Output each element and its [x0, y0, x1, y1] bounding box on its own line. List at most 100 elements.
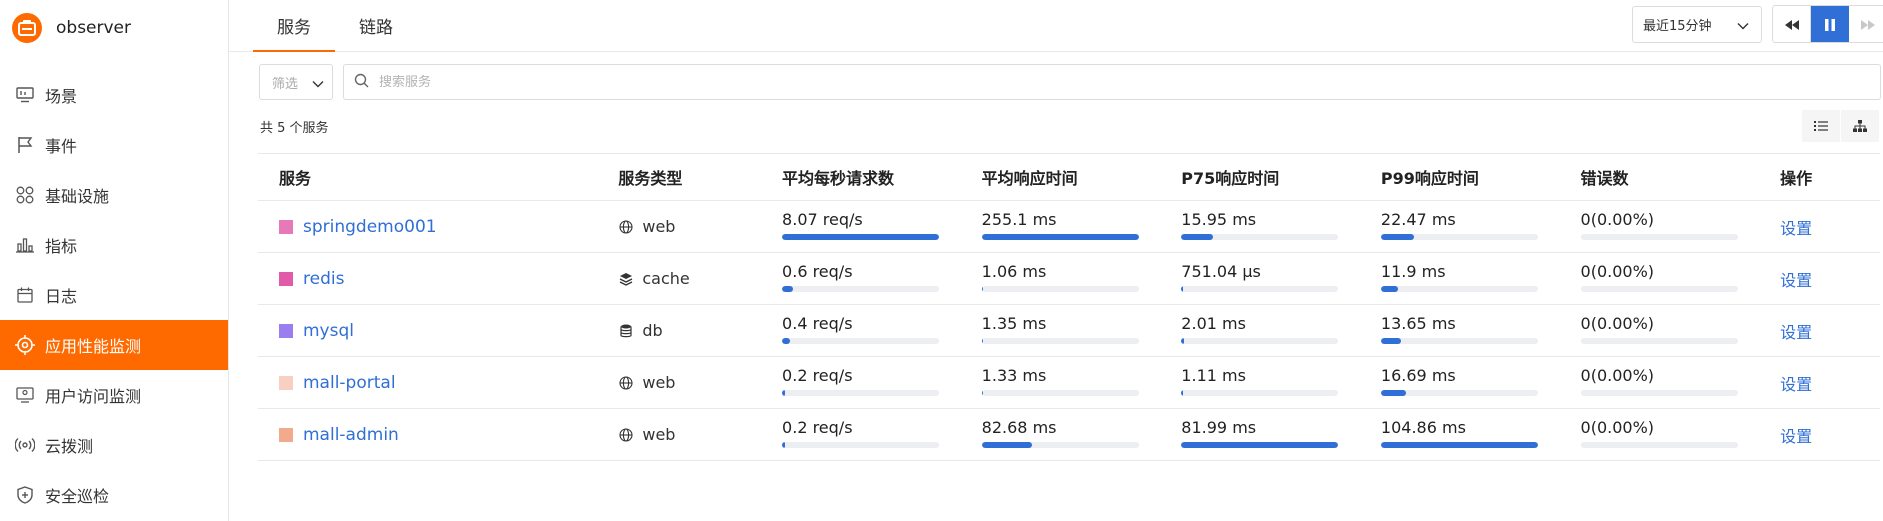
rps-value: 0.2 req/s: [782, 417, 853, 437]
bar-fill: [981, 441, 1032, 448]
errors-value: 0(0.00%): [1580, 417, 1655, 437]
bar-fill: [1181, 389, 1183, 396]
service-name-link[interactable]: mall-portal: [303, 373, 396, 393]
settings-link[interactable]: 设置: [1780, 219, 1812, 238]
p99-value: 22.47 ms: [1380, 209, 1456, 229]
main-content: 服务 链路 最近15分钟 筛选 搜索服务 共 5 个服务 服务 服务类型 平均每…: [229, 0, 1883, 521]
view-toggle: [1802, 110, 1879, 142]
rewind-icon: [1784, 20, 1799, 30]
bar-fill: [1380, 441, 1538, 448]
topology-icon: [1853, 120, 1867, 132]
search-box[interactable]: [343, 64, 1881, 100]
database-icon: [618, 323, 634, 339]
sidebar-item-scene[interactable]: 场景: [0, 70, 228, 120]
settings-link[interactable]: 设置: [1780, 375, 1812, 394]
service-color-swatch: [279, 375, 293, 390]
service-color-swatch: [279, 219, 293, 234]
column-header-errors[interactable]: 错误数: [1581, 165, 1781, 189]
time-range-select[interactable]: 最近15分钟: [1632, 6, 1762, 43]
flag-icon: [13, 133, 37, 157]
column-header-p75[interactable]: P75响应时间: [1181, 165, 1381, 189]
sidebar-item-synthetics[interactable]: 云拨测: [0, 420, 228, 470]
column-header-service[interactable]: 服务: [258, 165, 618, 189]
sidebar-item-rum[interactable]: 用户访问监测: [0, 370, 228, 420]
rps-bar: [782, 441, 940, 448]
service-type: db: [642, 321, 663, 340]
p99-bar: [1380, 285, 1538, 292]
sidebar-item-metrics[interactable]: 指标: [0, 220, 228, 270]
app-name: observer: [56, 18, 132, 38]
bar-fill: [1181, 233, 1213, 240]
calendar-icon: [13, 283, 37, 307]
bar-fill: [1380, 389, 1407, 396]
search-icon: [354, 73, 369, 92]
sidebar-item-infrastructure[interactable]: 基础设施: [0, 170, 228, 220]
column-header-type[interactable]: 服务类型: [618, 165, 782, 189]
pause-button[interactable]: [1811, 6, 1849, 42]
user-monitor-icon: [13, 383, 37, 407]
rps-bar: [782, 389, 940, 396]
sidebar-item-label: 用户访问监测: [45, 387, 142, 406]
p99-bar: [1380, 337, 1538, 344]
table-row: springdemo001 web 8.07 req/s 255.1 ms 15…: [258, 201, 1880, 253]
sidebar-item-events[interactable]: 事件: [0, 120, 228, 170]
service-name-link[interactable]: mall-admin: [303, 425, 399, 445]
chevron-down-icon: [312, 77, 324, 92]
sidebar-item-apm[interactable]: 应用性能监测: [0, 320, 228, 370]
p75-value: 1.11 ms: [1181, 365, 1246, 385]
globe-icon: [618, 375, 634, 391]
fast-forward-button[interactable]: [1849, 6, 1883, 42]
errors-value: 0(0.00%): [1580, 261, 1655, 281]
rps-bar: [782, 337, 940, 344]
tab-services[interactable]: 服务: [253, 0, 335, 52]
table-row: redis cache 0.6 req/s 1.06 ms 751.04 μs …: [258, 253, 1880, 305]
brand[interactable]: observer: [0, 0, 228, 56]
errors-bar: [1580, 233, 1738, 240]
errors-bar: [1580, 337, 1738, 344]
settings-link[interactable]: 设置: [1780, 427, 1812, 446]
settings-link[interactable]: 设置: [1780, 323, 1812, 342]
rewind-button[interactable]: [1773, 6, 1811, 42]
shield-icon: [13, 483, 37, 507]
filter-select[interactable]: 筛选: [259, 64, 333, 100]
avg-response-value: 1.06 ms: [981, 261, 1047, 281]
p99-bar: [1380, 233, 1538, 240]
service-color-swatch: [279, 271, 293, 286]
table-row: mall-admin web 0.2 req/s 82.68 ms 81.99 …: [258, 409, 1880, 461]
table-row: mall-portal web 0.2 req/s 1.33 ms 1.11 m…: [258, 357, 1880, 409]
avg-response-value: 255.1 ms: [981, 209, 1057, 229]
settings-link[interactable]: 设置: [1780, 271, 1812, 290]
bar-fill: [782, 285, 794, 292]
table-header: 服务 服务类型 平均每秒请求数 平均响应时间 P75响应时间 P99响应时间 错…: [258, 153, 1880, 201]
column-header-p99[interactable]: P99响应时间: [1381, 165, 1581, 189]
service-name-link[interactable]: redis: [303, 269, 344, 289]
list-icon: [1814, 121, 1828, 131]
rps-value: 0.4 req/s: [782, 313, 853, 333]
table-body: springdemo001 web 8.07 req/s 255.1 ms 15…: [258, 201, 1880, 461]
rps-bar: [782, 233, 940, 240]
rps-value: 0.2 req/s: [782, 365, 853, 385]
topology-view-button[interactable]: [1841, 110, 1879, 142]
column-header-avg[interactable]: 平均响应时间: [982, 165, 1182, 189]
sidebar-item-label: 指标: [45, 237, 78, 256]
service-name-link[interactable]: mysql: [303, 321, 354, 341]
search-input[interactable]: [379, 74, 979, 90]
rps-value: 8.07 req/s: [782, 209, 863, 229]
avg-response-bar: [981, 337, 1139, 344]
list-view-button[interactable]: [1802, 110, 1840, 142]
rps-value: 0.6 req/s: [782, 261, 853, 281]
bar-fill: [1181, 337, 1185, 344]
column-header-actions: 操作: [1780, 169, 1813, 188]
time-range-value: 最近15分钟: [1643, 19, 1712, 34]
chevron-down-icon: [1737, 19, 1749, 34]
top-bar: 服务 链路 最近15分钟: [229, 0, 1883, 52]
sidebar-item-security[interactable]: 安全巡检: [0, 470, 228, 520]
tab-traces[interactable]: 链路: [335, 0, 417, 51]
bar-fill: [1380, 285, 1399, 292]
bar-chart-icon: [13, 233, 37, 257]
service-name-link[interactable]: springdemo001: [303, 217, 437, 237]
sidebar-item-logs[interactable]: 日志: [0, 270, 228, 320]
column-header-rps[interactable]: 平均每秒请求数: [782, 165, 982, 189]
bar-fill: [782, 233, 940, 240]
p75-bar: [1181, 441, 1339, 448]
